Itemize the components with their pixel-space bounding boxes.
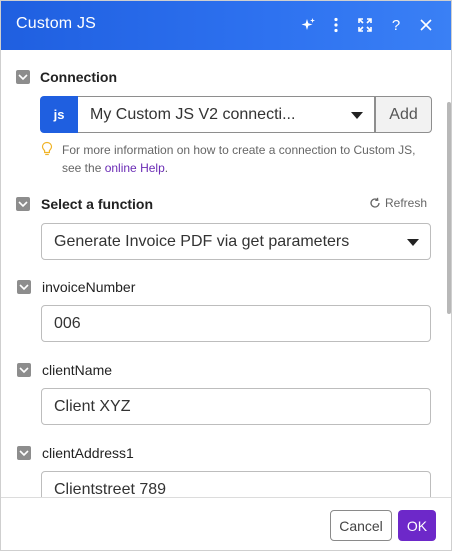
close-icon[interactable] xyxy=(415,14,437,36)
more-vertical-icon[interactable] xyxy=(325,14,347,36)
client-name-value: Client XYZ xyxy=(54,398,131,415)
client-address1-input[interactable]: Clientstreet 789 xyxy=(41,471,431,497)
dialog-title: Custom JS xyxy=(16,15,97,32)
cancel-button[interactable]: Cancel xyxy=(330,510,392,541)
chevron-down-icon xyxy=(351,112,363,119)
invoice-number-label: invoiceNumber xyxy=(42,279,136,295)
field-collapse-toggle[interactable] xyxy=(17,446,31,460)
add-connection-button[interactable]: Add xyxy=(375,96,432,133)
lightbulb-icon xyxy=(41,141,53,162)
field-collapse-toggle[interactable] xyxy=(17,280,31,294)
client-name-label: clientName xyxy=(42,362,113,378)
help-icon[interactable]: ? xyxy=(385,14,407,36)
refresh-button[interactable]: Refresh xyxy=(369,196,427,210)
invoice-number-value: 006 xyxy=(54,315,81,332)
connection-select[interactable]: My Custom JS V2 connecti... xyxy=(78,96,375,133)
function-collapse-toggle[interactable] xyxy=(16,197,30,211)
field-collapse-toggle[interactable] xyxy=(17,363,31,377)
connection-collapse-toggle[interactable] xyxy=(16,70,30,84)
client-address1-label: clientAddress1 xyxy=(42,445,134,461)
dialog-header: Custom JS ? xyxy=(1,1,451,50)
online-help-link[interactable]: online Help xyxy=(105,161,165,175)
refresh-label: Refresh xyxy=(385,196,428,210)
vertical-scrollbar[interactable] xyxy=(447,102,451,314)
hint-end: . xyxy=(164,161,169,175)
client-name-input[interactable]: Client XYZ xyxy=(41,388,431,425)
function-selected-value: Generate Invoice PDF via get parameters xyxy=(54,233,350,250)
connection-help-hint: For more information on how to create a … xyxy=(62,141,422,177)
ok-button[interactable]: OK xyxy=(398,510,436,541)
function-select[interactable]: Generate Invoice PDF via get parameters xyxy=(41,223,431,260)
dialog-body: Connection js My Custom JS V2 connecti..… xyxy=(1,50,451,497)
chevron-down-icon xyxy=(407,239,419,246)
custom-js-dialog: Custom JS ? Connection js My Custom JS V… xyxy=(0,0,452,551)
connection-selected-value: My Custom JS V2 connecti... xyxy=(90,106,296,123)
invoice-number-input[interactable]: 006 xyxy=(41,305,431,342)
connection-picker: js My Custom JS V2 connecti... Add xyxy=(40,96,432,133)
expand-icon[interactable] xyxy=(354,14,376,36)
connection-label: Connection xyxy=(40,69,117,85)
client-address1-value: Clientstreet 789 xyxy=(54,481,167,497)
js-app-badge: js xyxy=(40,96,78,133)
dialog-footer: Cancel OK xyxy=(1,497,451,550)
refresh-icon xyxy=(370,197,380,208)
sparkle-icon[interactable] xyxy=(297,14,319,36)
function-label: Select a function xyxy=(41,196,154,212)
